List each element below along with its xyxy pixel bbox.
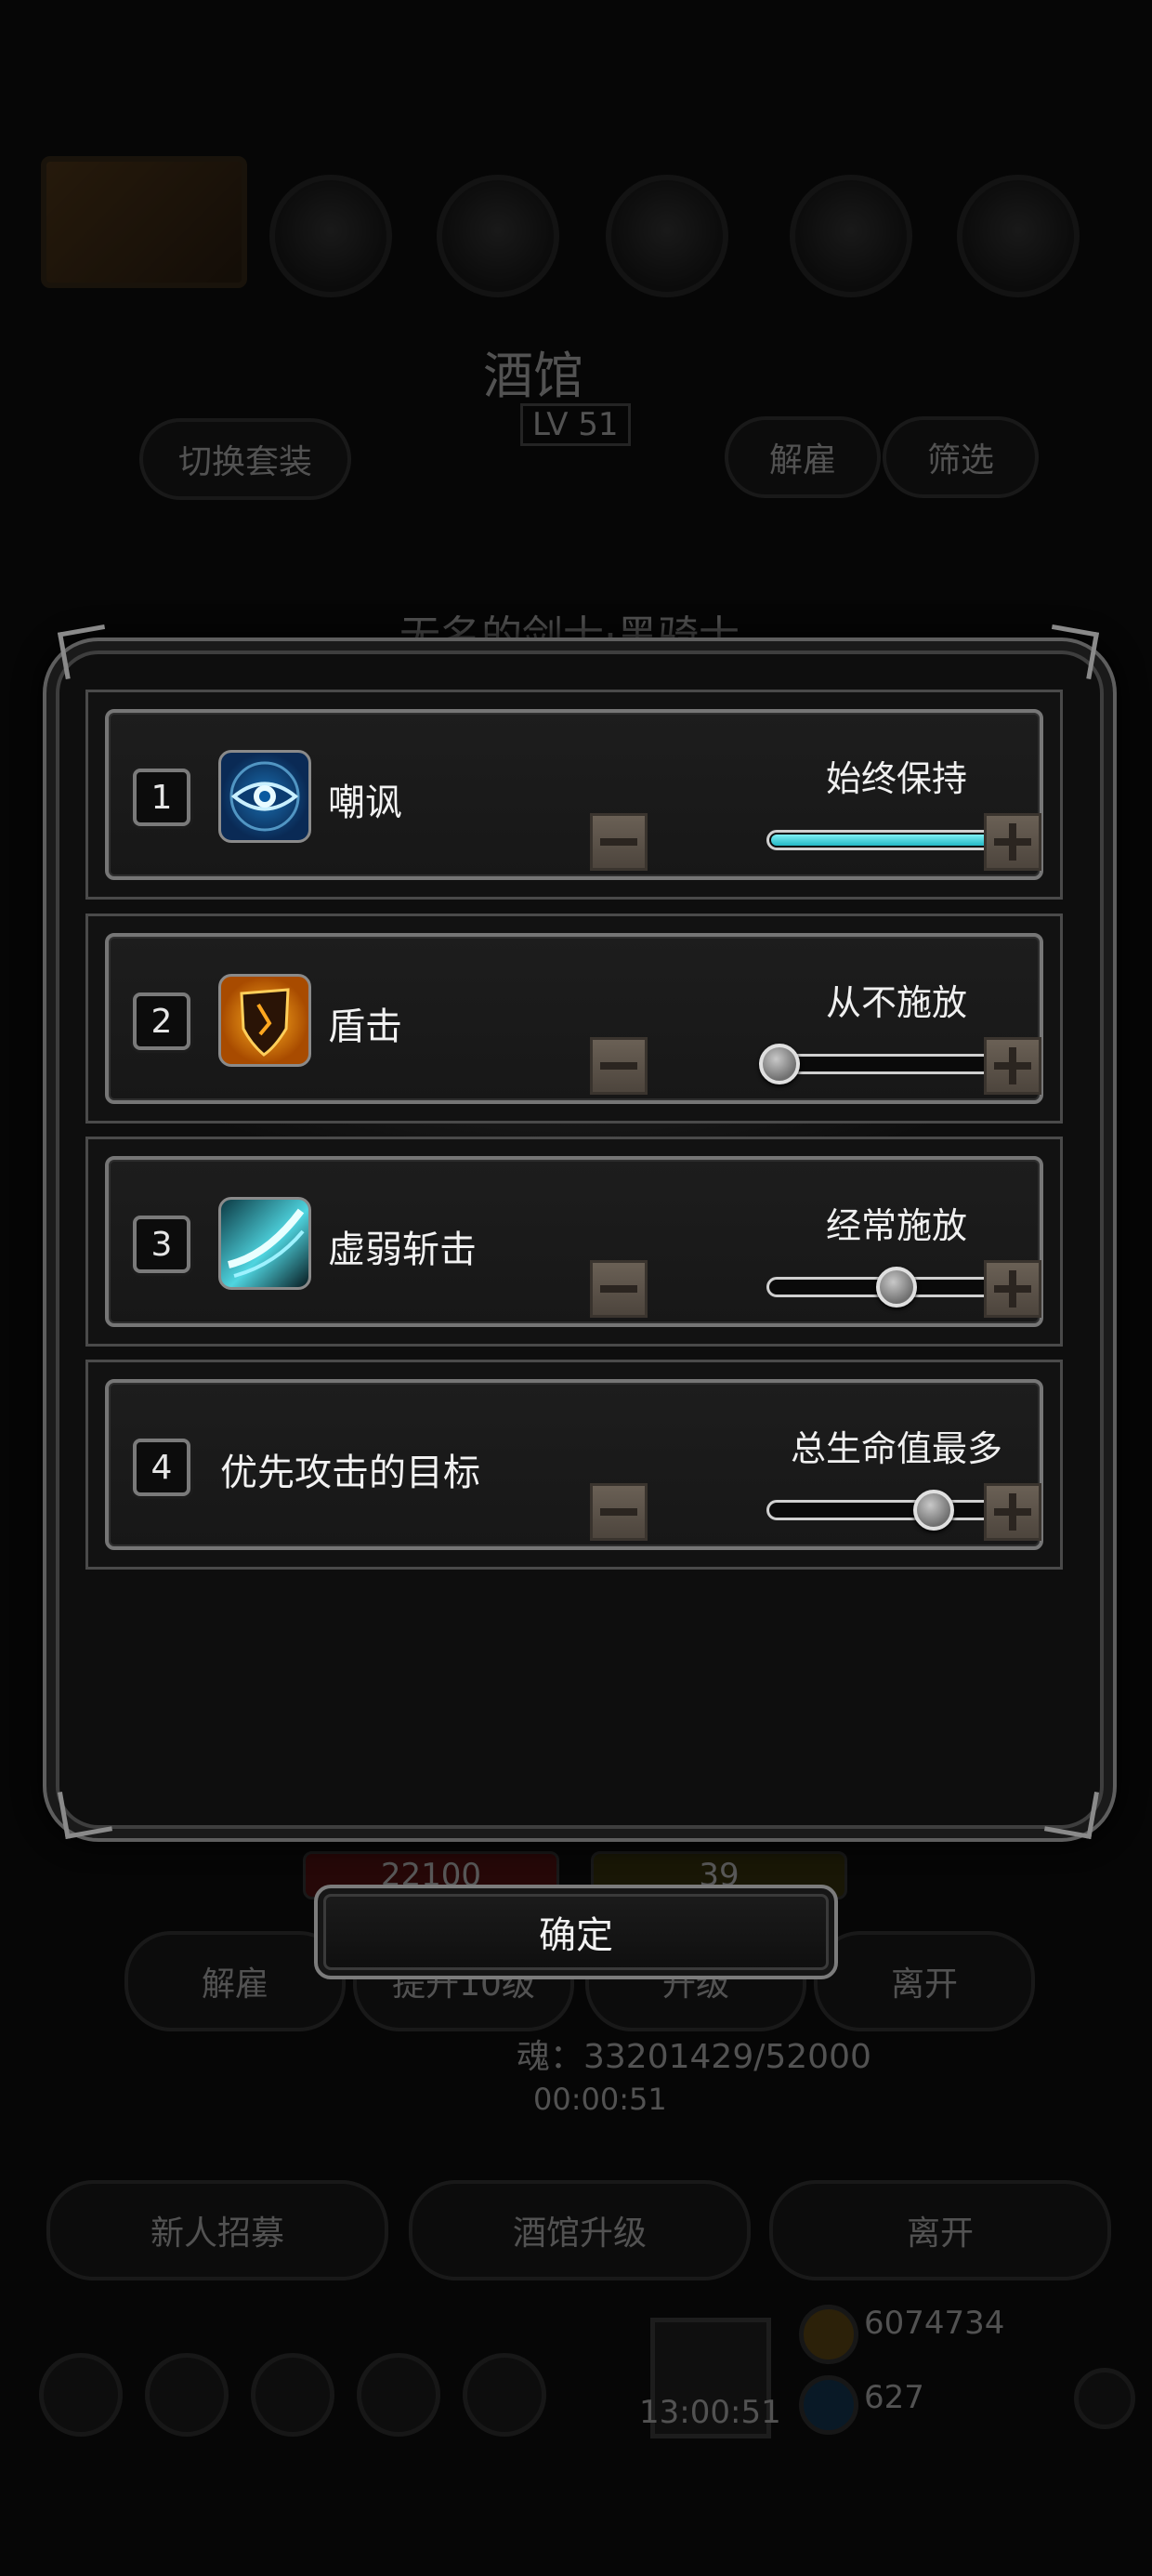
menu-icon-2 (145, 2353, 229, 2437)
skill-index: 2 (133, 992, 190, 1050)
equipment-slot-boots (957, 175, 1080, 297)
timer: 00:00:51 (533, 2082, 667, 2117)
skill-index: 3 (133, 1216, 190, 1273)
skill-slider-knob[interactable] (759, 1044, 800, 1084)
skill-name: 盾击 (328, 1005, 402, 1048)
confirm-button[interactable]: 确定 (314, 1885, 838, 1979)
increase-button[interactable] (984, 813, 1041, 871)
gem-icon (799, 2375, 858, 2435)
target-priority-label: 优先攻击的目标 (220, 1452, 480, 1494)
corner-ornament-br (1043, 1783, 1100, 1840)
corner-ornament-tr (1043, 624, 1100, 680)
decrease-button[interactable] (590, 813, 648, 871)
skill-setting-label: 从不施放 (825, 982, 967, 1023)
tavern-upgrade-button: 酒馆升级 (409, 2180, 751, 2280)
decrease-button[interactable] (590, 1260, 648, 1318)
skill-slider-fill (771, 835, 1011, 846)
skill-row-2: 2 盾击 从不施放 (85, 913, 1063, 1124)
corner-ornament-bl (57, 1783, 113, 1840)
gold-amount: 6074734 (864, 2305, 1005, 2342)
equipment-slot-ring (790, 175, 912, 297)
increase-button[interactable] (984, 1483, 1041, 1541)
slash-icon (218, 1197, 311, 1290)
menu-icon-1 (39, 2353, 123, 2437)
switch-outfit-button: 切换套装 (139, 418, 351, 500)
menu-icon-3 (251, 2353, 334, 2437)
gold-icon (799, 2305, 858, 2364)
skill-setting-label: 经常施放 (825, 1205, 967, 1246)
decrease-button[interactable] (590, 1037, 648, 1095)
equipment-slot-weapon (41, 156, 247, 288)
decrease-button[interactable] (590, 1483, 648, 1541)
equipment-slot-helmet (269, 175, 392, 297)
skill-row-1: 1 嘲讽 始终保持 (85, 690, 1063, 900)
leave-button: 离开 (814, 1931, 1035, 2031)
filter-tab: 筛选 (883, 416, 1039, 498)
skill-row-3: 3 虚弱斩击 经常施放 (85, 1137, 1063, 1347)
menu-icon-4 (357, 2353, 440, 2437)
recruit-button: 新人招募 (46, 2180, 388, 2280)
equipment-slot-armor (437, 175, 559, 297)
hero-title: 酒馆 (483, 347, 583, 405)
hero-level: LV 51 (520, 403, 631, 446)
skill-setting-label: 始终保持 (825, 758, 967, 799)
equipment-slot-gloves (606, 175, 728, 297)
clock: 13:00:51 (639, 2394, 781, 2431)
skill-name: 嘲讽 (328, 782, 402, 824)
skill-slider-knob[interactable] (913, 1490, 955, 1531)
menu-icon-5 (463, 2353, 546, 2437)
skill-row-4: 4 优先攻击的目标 总生命值最多 (85, 1360, 1063, 1570)
shield-icon (218, 974, 311, 1067)
fire-tab: 解雇 (725, 416, 881, 498)
fire-button: 解雇 (124, 1931, 346, 2031)
add-icon (1074, 2368, 1135, 2429)
skill-setting-label: 总生命值最多 (790, 1428, 1002, 1469)
increase-button[interactable] (984, 1037, 1041, 1095)
increase-button[interactable] (984, 1260, 1041, 1318)
skill-name: 虚弱斩击 (328, 1229, 477, 1271)
skill-slider-knob[interactable] (876, 1267, 917, 1308)
leave-bottom-button: 离开 (769, 2180, 1111, 2280)
soul-counter: 魂：33201429/52000 (517, 2038, 871, 2076)
skill-index: 1 (133, 769, 190, 826)
corner-ornament-tl (57, 624, 113, 680)
eye-icon (218, 750, 311, 843)
skill-index: 4 (133, 1439, 190, 1496)
gem-amount: 627 (864, 2379, 924, 2416)
